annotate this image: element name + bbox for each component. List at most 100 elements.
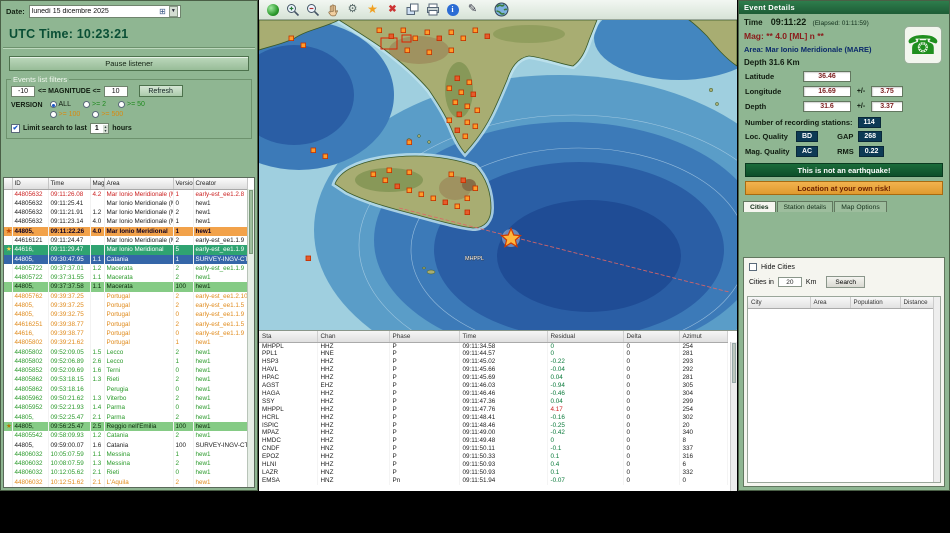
table-row[interactable]: HAGA HHZ P 09:11:46.46 -0.46 0 304 bbox=[259, 389, 728, 398]
table-row[interactable]: 44805632 09:11:25.41 Mar Ionio Meridionale… bbox=[4, 198, 248, 209]
earthquake-marker[interactable] bbox=[464, 103, 470, 109]
column-header[interactable]: Mag bbox=[90, 178, 105, 190]
table-row[interactable]: 44805862 09:53:18.16 Perugia 0 hew1 bbox=[4, 384, 248, 395]
magnitude-min-input[interactable] bbox=[11, 85, 35, 97]
own-risk-button[interactable]: Location at your own risk! bbox=[745, 181, 943, 195]
table-row[interactable]: HSP3 HHZ P 09:11:45.02 -0.22 0 293 bbox=[259, 358, 728, 367]
version-radio-50[interactable]: >= 50 bbox=[118, 101, 145, 108]
table-row[interactable]: 44806032 10:12:51.62 2.1 L'Aquila 2 hew1 bbox=[4, 477, 248, 487]
table-row[interactable]: 44805722 09:37:37.01 1.2 Macerata 2 early-est… bbox=[4, 263, 248, 274]
table-row[interactable]: 44805962 09:50:21.62 1.3 Viterbo 2 hew1 bbox=[4, 394, 248, 404]
table-row[interactable]: 44805802 09:52:06.89 2.6 Lecco 1 hew1 bbox=[4, 356, 248, 367]
column-header[interactable]: Time bbox=[48, 178, 91, 190]
earthquake-marker[interactable] bbox=[454, 203, 460, 209]
earthquake-marker[interactable] bbox=[472, 185, 478, 191]
scrollbar-thumb[interactable] bbox=[732, 343, 736, 383]
table-row[interactable]: MHPPL HHZ P 09:11:34.58 0 0 254 bbox=[259, 342, 728, 351]
table-row[interactable]: 44805542 09:58:09.93 1.2 Catania 2 hew1 bbox=[4, 431, 248, 441]
version-radio-100[interactable]: >= 100 bbox=[49, 111, 80, 118]
earthquake-marker[interactable] bbox=[458, 89, 464, 95]
info-icon[interactable]: i bbox=[444, 1, 461, 18]
earthquake-marker[interactable] bbox=[404, 47, 410, 53]
column-header[interactable]: Population bbox=[850, 297, 901, 309]
earthquake-marker[interactable] bbox=[454, 75, 460, 81]
earthquake-marker[interactable] bbox=[472, 123, 478, 129]
earthquake-marker[interactable] bbox=[466, 79, 472, 85]
earthquake-marker[interactable] bbox=[472, 27, 478, 33]
table-row[interactable]: HPAC HHZ P 09:11:45.69 0.04 0 281 bbox=[259, 374, 728, 383]
column-header[interactable]: Version bbox=[173, 178, 194, 190]
table-row[interactable]: HCRL HHZ P 09:11:48.41 -0.16 0 302 bbox=[259, 413, 728, 422]
earthquake-marker[interactable] bbox=[464, 119, 470, 125]
column-header[interactable]: Creator bbox=[193, 178, 248, 190]
earthquake-marker[interactable] bbox=[454, 127, 460, 133]
table-row[interactable]: HAVL HHZ P 09:11:45.66 -0.04 0 292 bbox=[259, 366, 728, 375]
table-row[interactable]: 44805632 09:11:23.14 4.0 Mar Ionio Meridion… bbox=[4, 217, 248, 227]
hours-stepper[interactable]: 1 ▲ ▼ bbox=[89, 123, 110, 134]
table-row[interactable]: HMDC HHZ P 09:11:49.48 0 0 8 bbox=[259, 437, 728, 446]
tab-map-options[interactable]: Map Options bbox=[834, 201, 887, 212]
earthquake-marker[interactable] bbox=[442, 199, 448, 205]
table-row[interactable]: EPOZ HHZ P 09:11:50.33 0.1 0 316 bbox=[259, 453, 728, 462]
earthquake-marker[interactable] bbox=[305, 255, 311, 261]
column-header[interactable]: ID bbox=[12, 178, 49, 190]
earthquake-marker[interactable] bbox=[310, 147, 316, 153]
table-row[interactable]: 44805862 09:53:18.15 1.3 Rieti 2 hew1 bbox=[4, 375, 248, 385]
version-radio-500[interactable]: >= 500 bbox=[92, 111, 123, 118]
table-row[interactable]: ★ 44805, 09:56:25.47 2.5 Reggio nell'Emilia 1… bbox=[4, 421, 248, 432]
hide-cities-checkbox[interactable] bbox=[749, 263, 757, 271]
earthquake-marker[interactable] bbox=[464, 195, 470, 201]
earthquake-marker[interactable] bbox=[460, 177, 466, 183]
table-row[interactable]: 44805952 09:52:21.93 1.4 Parma 0 hew1 bbox=[4, 403, 248, 413]
column-header[interactable]: Azimut bbox=[679, 331, 728, 343]
column-header[interactable]: Time bbox=[459, 331, 548, 343]
table-row[interactable]: MHPPL HHZ P 09:11:47.76 4.17 0 254 bbox=[259, 405, 728, 414]
table-row[interactable]: HLNI HHZ P 09:11:50.93 0.4 0 6 bbox=[259, 461, 728, 469]
close-icon[interactable]: ✖ bbox=[384, 1, 401, 18]
table-row[interactable]: 44805762 09:39:37.25 Portugal 2 early-est_ee… bbox=[4, 291, 248, 302]
earthquake-marker[interactable] bbox=[430, 195, 436, 201]
scrollbar-thumb[interactable] bbox=[249, 190, 253, 254]
tools-icon[interactable]: ⚙ bbox=[344, 1, 361, 18]
earthquake-marker[interactable] bbox=[448, 47, 454, 53]
layers-icon[interactable] bbox=[404, 1, 421, 18]
column-header[interactable]: Delta bbox=[623, 331, 680, 343]
column-header[interactable]: Chan bbox=[317, 331, 390, 343]
table-row[interactable]: 44616121 09:11:24.47 Mar Ionio Meridionale… bbox=[4, 235, 248, 246]
chevron-down-icon[interactable]: ▼ bbox=[168, 6, 178, 17]
table-row[interactable]: 44806032 10:05:07.59 1.1 Messina 1 hew1 bbox=[4, 449, 248, 460]
earthquake-marker[interactable] bbox=[406, 169, 412, 175]
table-row[interactable]: LAZR HNZ P 09:11:50.93 0.1 0 332 bbox=[259, 469, 728, 477]
column-header[interactable]: Distance bbox=[900, 297, 937, 309]
call-button[interactable]: ☎ bbox=[904, 26, 942, 64]
table-row[interactable]: 44805632 09:11:21.91 1.2 Mar Ionio Meridion… bbox=[4, 208, 248, 218]
column-header[interactable]: Residual bbox=[547, 331, 624, 343]
green-globe-icon[interactable] bbox=[264, 1, 281, 18]
table-row[interactable]: 44616251 09:39:38.77 Portugal 2 early-est_ee… bbox=[4, 319, 248, 329]
earthquake-marker[interactable] bbox=[406, 139, 412, 145]
table-row[interactable]: 44805, 09:59:00.07 1.6 Catania 100 SURVEY-ING… bbox=[4, 440, 248, 450]
map-canvas[interactable]: MHPPL bbox=[259, 20, 737, 330]
map[interactable]: MHPPL bbox=[259, 20, 737, 330]
earthquake-marker[interactable] bbox=[424, 29, 430, 35]
tab-cities[interactable]: Cities bbox=[743, 201, 776, 212]
events-scrollbar[interactable] bbox=[247, 189, 254, 487]
table-row[interactable]: 44805852 09:52:09.69 1.6 Terni 0 hew1 bbox=[4, 366, 248, 376]
earthquake-marker[interactable] bbox=[388, 33, 394, 39]
not-earthquake-button[interactable]: This is not an earthquake! bbox=[745, 163, 943, 177]
table-row[interactable]: 44805802 09:39:21.62 Portugal 1 hew1 bbox=[4, 338, 248, 348]
earthquake-marker[interactable] bbox=[406, 187, 412, 193]
version-radio-2[interactable]: >= 2 bbox=[82, 101, 106, 108]
table-row[interactable]: PPL1 HNE P 09:11:44.57 0 0 281 bbox=[259, 350, 728, 359]
earthquake-marker[interactable] bbox=[418, 191, 424, 197]
table-row[interactable]: 44806032 10:12:05.62 2.1 Rieti 0 hew1 bbox=[4, 468, 248, 478]
earthquake-marker[interactable] bbox=[448, 171, 454, 177]
earthquake-marker[interactable] bbox=[460, 35, 466, 41]
search-button[interactable]: Search bbox=[826, 276, 866, 288]
earthquake-marker[interactable] bbox=[394, 183, 400, 189]
earthquake-marker[interactable] bbox=[426, 49, 432, 55]
stepper-arrows-icon[interactable]: ▲ ▼ bbox=[102, 124, 109, 133]
table-row[interactable]: ISPIC HHZ P 09:11:48.46 -0.25 0 20 bbox=[259, 421, 728, 430]
world-icon[interactable] bbox=[493, 1, 510, 18]
earthquake-marker[interactable] bbox=[474, 107, 480, 113]
